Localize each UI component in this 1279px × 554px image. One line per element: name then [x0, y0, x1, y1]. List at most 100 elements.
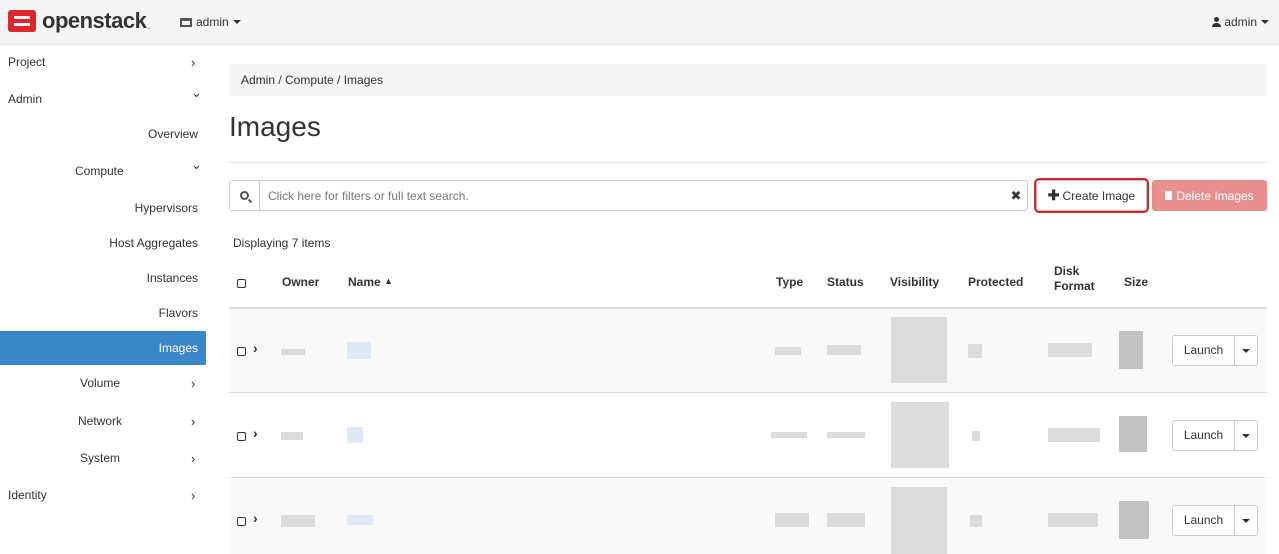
user-icon — [1212, 17, 1222, 27]
row-checkbox[interactable] — [237, 432, 246, 441]
column-header-visibility[interactable]: Visibility — [890, 275, 939, 289]
sidebar-item-label: Images — [158, 341, 198, 355]
table-row[interactable]: › Launch — [229, 394, 1267, 478]
project-icon — [180, 17, 192, 27]
page-title: Images — [229, 111, 321, 142]
size-cell — [1119, 416, 1147, 452]
select-all-checkbox[interactable] — [237, 279, 246, 288]
row-checkbox[interactable] — [237, 347, 246, 356]
sidebar-item-project[interactable]: Project › — [0, 45, 206, 79]
name-link[interactable] — [347, 515, 373, 525]
sidebar-item-label: Network — [78, 414, 123, 428]
create-image-button[interactable]: ✚ Create Image — [1034, 178, 1149, 213]
sidebar-item-system[interactable]: System › — [0, 441, 206, 475]
column-header-status[interactable]: Status — [827, 275, 864, 289]
sidebar-item-label: System — [80, 451, 121, 465]
project-dropdown[interactable]: admin — [180, 15, 241, 29]
chevron-right-icon: › — [191, 375, 196, 391]
name-link[interactable] — [347, 427, 363, 443]
sidebar-item-hypervisors[interactable]: Hypervisors — [0, 191, 206, 225]
row-checkbox[interactable] — [237, 517, 246, 526]
disk-format-cell — [1048, 513, 1098, 527]
project-label: admin — [196, 15, 229, 29]
caret-down-icon — [1242, 518, 1250, 523]
chevron-down-icon: ⌄ — [191, 157, 202, 172]
clear-search-icon[interactable]: ✖ — [1005, 188, 1027, 204]
sidebar-item-volume[interactable]: Volume › — [0, 366, 206, 400]
status-cell — [827, 513, 865, 527]
owner-cell — [281, 349, 305, 355]
column-header-disk-format[interactable]: Disk Format — [1054, 264, 1095, 294]
sidebar-item-images[interactable]: Images — [0, 331, 206, 365]
caret-down-icon — [1242, 433, 1250, 438]
row-actions-dropdown[interactable] — [1235, 518, 1257, 523]
owner-cell — [281, 515, 315, 527]
type-cell — [775, 347, 801, 355]
visibility-cell — [891, 317, 947, 383]
chevron-down-icon: ⌄ — [191, 85, 202, 100]
create-image-label: Create Image — [1062, 188, 1136, 203]
row-actions-dropdown[interactable] — [1235, 433, 1257, 438]
column-header-name-label: Name — [348, 275, 381, 289]
protected-cell — [968, 344, 982, 358]
sidebar-item-label: Host Aggregates — [109, 236, 198, 250]
sidebar-item-network[interactable]: Network › — [0, 404, 206, 438]
launch-button[interactable]: Launch — [1173, 336, 1235, 365]
delete-images-button[interactable]: Delete Images — [1152, 180, 1267, 211]
row-expand-icon[interactable]: › — [253, 340, 258, 356]
user-label: admin — [1224, 15, 1257, 29]
sort-ascending-icon: ▲ — [384, 276, 393, 286]
top-navbar: openstack . admin admin — [0, 0, 1279, 45]
sidebar-item-flavors[interactable]: Flavors — [0, 296, 206, 330]
item-count: Displaying 7 items — [233, 236, 331, 250]
column-header-size[interactable]: Size — [1124, 275, 1148, 289]
sidebar-item-label: Compute — [75, 164, 124, 178]
sidebar-item-label: Identity — [8, 488, 47, 502]
openstack-logo[interactable]: openstack . — [8, 8, 151, 34]
visibility-cell — [891, 487, 947, 554]
trash-icon — [1165, 191, 1173, 200]
row-actions-dropdown[interactable] — [1235, 348, 1257, 353]
delete-images-label: Delete Images — [1176, 188, 1254, 203]
sidebar-item-overview[interactable]: Overview — [0, 117, 206, 151]
size-cell — [1119, 501, 1149, 539]
disk-format-cell — [1048, 428, 1100, 442]
sidebar-item-label: Project — [8, 55, 46, 69]
sidebar-item-host-aggregates[interactable]: Host Aggregates — [0, 226, 206, 260]
sidebar-item-compute[interactable]: Compute ⌄ — [0, 154, 206, 188]
protected-cell — [972, 431, 980, 441]
row-expand-icon[interactable]: › — [253, 510, 258, 526]
launch-button-group: Launch — [1172, 335, 1258, 366]
owner-cell — [281, 432, 303, 440]
launch-button-group: Launch — [1172, 420, 1258, 451]
openstack-logo-icon — [8, 10, 36, 32]
status-cell — [827, 432, 865, 438]
breadcrumb[interactable]: Admin / Compute / Images — [229, 64, 1267, 96]
search-icon-addon — [230, 181, 260, 210]
launch-button-group: Launch — [1172, 505, 1258, 536]
sidebar-item-instances[interactable]: Instances — [0, 261, 206, 295]
sidebar-item-admin[interactable]: Admin ⌄ — [0, 82, 206, 116]
search-input[interactable] — [260, 182, 1005, 209]
column-header-owner[interactable]: Owner — [282, 275, 319, 289]
column-header-type[interactable]: Type — [776, 275, 803, 289]
user-dropdown[interactable]: admin — [1212, 15, 1269, 29]
sidebar-item-label: Instances — [146, 271, 198, 285]
sidebar: Project › Admin ⌄ Overview Compute ⌄ Hyp… — [0, 45, 206, 554]
chevron-right-icon: › — [191, 450, 196, 466]
sidebar-item-identity[interactable]: Identity › — [0, 478, 206, 512]
name-link[interactable] — [347, 342, 371, 359]
column-header-name[interactable]: Name ▲ — [348, 275, 393, 289]
logo-text: openstack — [42, 8, 147, 33]
column-header-protected[interactable]: Protected — [968, 275, 1023, 289]
launch-button[interactable]: Launch — [1173, 421, 1235, 450]
row-expand-icon[interactable]: › — [253, 425, 258, 441]
launch-button[interactable]: Launch — [1173, 506, 1235, 535]
type-cell — [775, 513, 809, 527]
size-cell — [1119, 331, 1143, 369]
search-icon — [240, 191, 249, 200]
sidebar-item-label: Hypervisors — [134, 201, 198, 215]
filter-search-bar: ✖ — [229, 180, 1028, 211]
table-row[interactable]: › Launch — [229, 309, 1267, 393]
table-row[interactable]: › Launch — [229, 479, 1267, 554]
